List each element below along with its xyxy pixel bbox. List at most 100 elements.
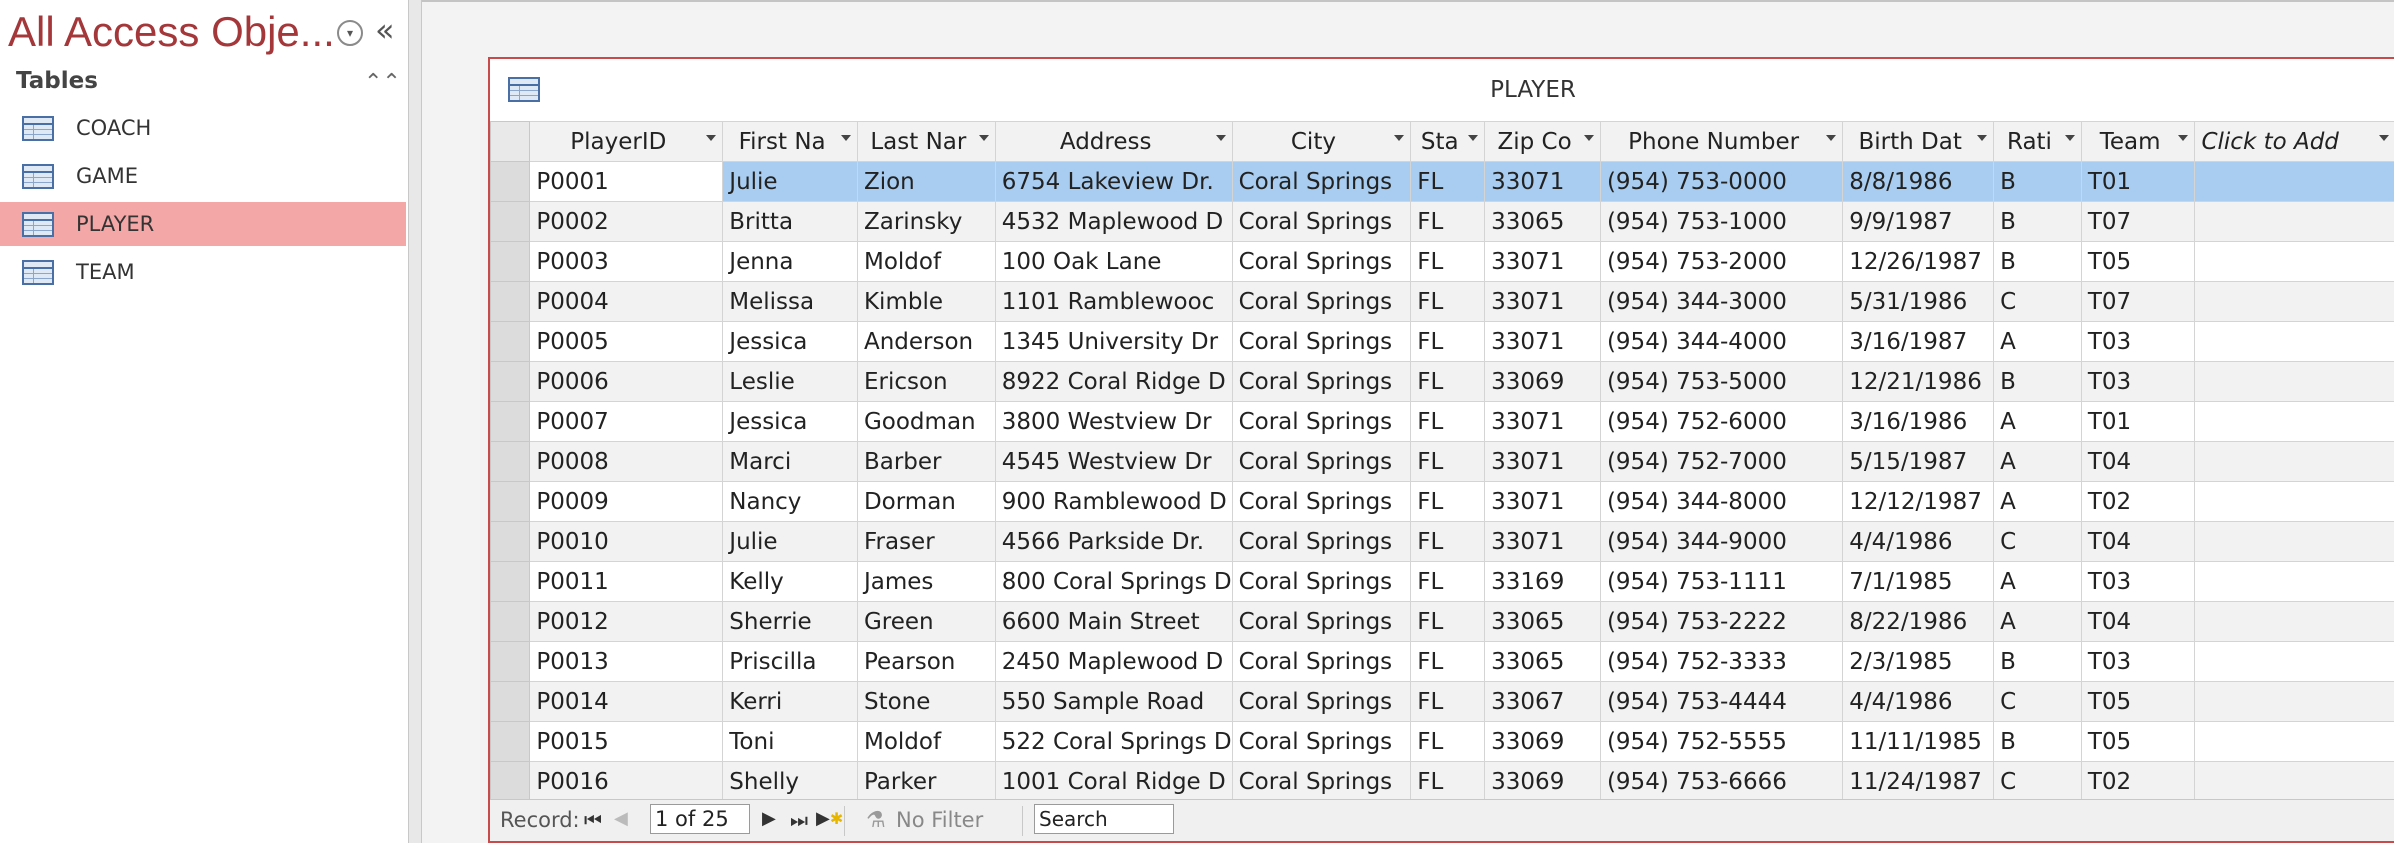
column-header[interactable]: Zip Co xyxy=(1484,121,1601,162)
table-cell[interactable]: Fraser xyxy=(856,521,996,562)
record-selector[interactable] xyxy=(489,401,531,442)
table-cell[interactable]: Coral Springs xyxy=(1231,281,1412,322)
column-header[interactable]: Last Nar xyxy=(856,121,996,162)
table-cell[interactable]: Priscilla xyxy=(722,641,858,682)
table-cell[interactable]: Julie xyxy=(722,521,858,562)
table-cell[interactable]: 8/8/1986 xyxy=(1842,161,1995,202)
empty-add-cell[interactable] xyxy=(2194,241,2394,282)
table-cell[interactable]: Anderson xyxy=(856,321,996,362)
table-cell[interactable]: Coral Springs xyxy=(1231,441,1412,482)
table-cell[interactable]: Goodman xyxy=(856,401,996,442)
table-row[interactable]: P0009 Nancy Dorman 900 Ramblewood D Coral Sp… xyxy=(489,481,2394,522)
empty-add-cell[interactable] xyxy=(2194,361,2394,402)
table-cell[interactable]: A xyxy=(1993,481,2082,522)
table-cell[interactable]: FL xyxy=(1410,481,1486,522)
funnel-icon[interactable]: ⚗ xyxy=(866,808,886,833)
table-cell[interactable]: B xyxy=(1993,361,2082,402)
table-cell[interactable]: Coral Springs xyxy=(1231,521,1412,562)
table-cell[interactable]: Shelly xyxy=(722,761,858,802)
table-cell[interactable]: (954) 753-4444 xyxy=(1599,681,1844,722)
table-cell[interactable]: Kimble xyxy=(856,281,996,322)
table-cell[interactable]: C xyxy=(1993,761,2082,802)
table-cell[interactable]: Jessica xyxy=(722,321,858,362)
table-row[interactable]: P0003 Jenna Moldof 100 Oak Lane Coral Spring… xyxy=(489,241,2394,282)
empty-add-cell[interactable] xyxy=(2194,761,2394,802)
table-cell[interactable]: Dorman xyxy=(856,481,996,522)
dropdown-arrow-icon[interactable] xyxy=(1583,135,1594,141)
table-cell[interactable]: 33065 xyxy=(1484,201,1601,242)
table-row[interactable]: P0008 Marci Barber 4545 Westview Dr Coral Sp… xyxy=(489,441,2394,482)
table-cell[interactable]: Coral Springs xyxy=(1231,641,1412,682)
table-cell[interactable]: Sherrie xyxy=(722,601,858,642)
table-cell[interactable]: (954) 344-4000 xyxy=(1599,321,1844,362)
record-selector[interactable] xyxy=(489,481,531,522)
record-selector[interactable] xyxy=(489,521,531,562)
record-selector[interactable] xyxy=(489,641,531,682)
table-cell[interactable]: James xyxy=(856,561,996,602)
dropdown-arrow-icon[interactable] xyxy=(2064,135,2075,141)
table-cell[interactable]: 11/11/1985 xyxy=(1842,721,1995,762)
record-selector[interactable] xyxy=(489,441,531,482)
table-cell[interactable]: 4532 Maplewood D xyxy=(994,201,1233,242)
table-cell[interactable]: T05 xyxy=(2080,241,2196,282)
table-cell[interactable]: 33071 xyxy=(1484,441,1601,482)
table-cell[interactable]: FL xyxy=(1410,601,1486,642)
table-cell[interactable]: (954) 753-5000 xyxy=(1599,361,1844,402)
table-cell[interactable]: (954) 752-6000 xyxy=(1599,401,1844,442)
table-cell[interactable]: C xyxy=(1993,521,2082,562)
table-cell[interactable]: 2450 Maplewood D xyxy=(994,641,1233,682)
new-record-icon[interactable]: ▶✱ xyxy=(816,808,843,829)
table-cell[interactable]: FL xyxy=(1410,361,1486,402)
table-cell[interactable]: 4/4/1986 xyxy=(1842,521,1995,562)
table-cell[interactable]: T07 xyxy=(2080,281,2196,322)
table-row[interactable]: P0015 Toni Moldof 522 Coral Springs D Coral … xyxy=(489,721,2394,762)
table-cell[interactable]: 12/21/1986 xyxy=(1842,361,1995,402)
table-cell[interactable]: Coral Springs xyxy=(1231,161,1412,202)
record-selector[interactable] xyxy=(489,761,531,802)
table-cell[interactable]: 5/31/1986 xyxy=(1842,281,1995,322)
table-cell[interactable]: 11/24/1987 xyxy=(1842,761,1995,802)
table-cell[interactable]: Marci xyxy=(722,441,858,482)
empty-add-cell[interactable] xyxy=(2194,201,2394,242)
empty-add-cell[interactable] xyxy=(2194,561,2394,602)
table-cell[interactable]: (954) 753-2222 xyxy=(1599,601,1844,642)
table-cell[interactable]: T03 xyxy=(2080,321,2196,362)
table-cell[interactable]: Coral Springs xyxy=(1231,321,1412,362)
current-record-field[interactable]: 1 of 25 xyxy=(650,804,750,834)
table-cell[interactable]: 33071 xyxy=(1484,401,1601,442)
table-cell[interactable]: A xyxy=(1993,321,2082,362)
table-cell[interactable]: T03 xyxy=(2080,361,2196,402)
empty-add-cell[interactable] xyxy=(2194,481,2394,522)
column-header[interactable]: Address xyxy=(994,121,1233,162)
table-cell[interactable]: T04 xyxy=(2080,441,2196,482)
table-cell[interactable]: A xyxy=(1993,441,2082,482)
table-cell[interactable]: 33065 xyxy=(1484,601,1601,642)
table-cell[interactable]: P0009 xyxy=(529,481,724,522)
table-cell[interactable]: 33071 xyxy=(1484,321,1601,362)
table-cell[interactable]: Coral Springs xyxy=(1231,481,1412,522)
table-cell[interactable]: P0002 xyxy=(529,201,724,242)
group-collapse-icon[interactable]: ⌃⌃ xyxy=(364,70,401,95)
table-row[interactable]: P0001 Julie Zion 6754 Lakeview Dr. Coral Spr… xyxy=(489,161,2394,202)
record-selector[interactable] xyxy=(489,281,531,322)
record-selector[interactable] xyxy=(489,721,531,762)
table-row[interactable]: P0007 Jessica Goodman 3800 Westview Dr Coral… xyxy=(489,401,2394,442)
table-cell[interactable]: P0016 xyxy=(529,761,724,802)
table-cell[interactable]: P0012 xyxy=(529,601,724,642)
table-cell[interactable]: B xyxy=(1993,641,2082,682)
table-cell[interactable]: P0003 xyxy=(529,241,724,282)
table-cell[interactable]: Coral Springs xyxy=(1231,721,1412,762)
table-cell[interactable]: FL xyxy=(1410,281,1486,322)
first-record-icon[interactable]: ⏮ xyxy=(584,808,602,832)
table-cell[interactable]: C xyxy=(1993,281,2082,322)
table-cell[interactable]: Britta xyxy=(722,201,858,242)
table-cell[interactable]: Melissa xyxy=(722,281,858,322)
column-header[interactable]: Team xyxy=(2080,121,2196,162)
table-cell[interactable]: FL xyxy=(1410,401,1486,442)
dropdown-arrow-icon[interactable] xyxy=(1977,135,1988,141)
table-cell[interactable]: T04 xyxy=(2080,521,2196,562)
table-cell[interactable]: Barber xyxy=(856,441,996,482)
table-cell[interactable]: Moldof xyxy=(856,721,996,762)
table-cell[interactable]: FL xyxy=(1410,201,1486,242)
table-cell[interactable]: 33069 xyxy=(1484,361,1601,402)
